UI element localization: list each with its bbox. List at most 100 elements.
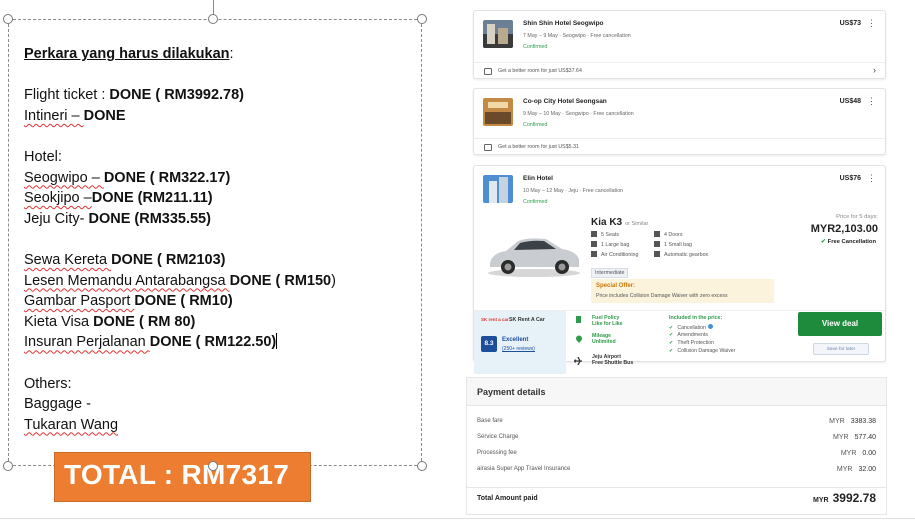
spec-small-bag: 1 Small bag xyxy=(654,241,692,248)
divider xyxy=(467,487,886,488)
included-item: ✔ Collision Damage Waiver xyxy=(669,348,736,354)
hotel-status: Confirmed xyxy=(523,122,548,128)
included-item: ✔ Cancellation xyxy=(669,324,713,331)
check-icon: ✔ xyxy=(669,332,674,338)
supplier-name: SK Rent A Car xyxy=(509,317,545,323)
rating-badge: 8.3 xyxy=(481,336,497,352)
special-offer-box: Special Offer: Price includes Collision … xyxy=(591,279,774,303)
payment-details-panel: Payment details Base fare MYR 3383.38 Ser… xyxy=(466,377,887,515)
divider xyxy=(0,518,915,519)
spec-ac: Air Conditioning xyxy=(591,251,638,258)
line-insurance: Insuran Perjalanan DONE ( RM122.50) xyxy=(24,333,278,351)
info-icon xyxy=(707,324,713,329)
resize-handle-bottom-left[interactable] xyxy=(3,461,13,471)
resize-handle-top[interactable] xyxy=(208,14,218,24)
hotel-thumbnail xyxy=(483,98,513,126)
upsell-text: Get a better room for just US$5.31 xyxy=(498,144,579,150)
line-currency-exchange: Tukaran Wang xyxy=(24,416,119,433)
fuel-policy: Fuel Policy Like for Like xyxy=(592,315,623,327)
chevron-right-icon[interactable]: › xyxy=(873,65,876,75)
heading: Perkara yang harus dilakukan xyxy=(24,46,230,62)
spec-large-bag: 1 Large bag xyxy=(591,241,629,248)
spec-gearbox: Automatic gearbox xyxy=(654,251,708,258)
line-seokjipo: Seokjipo –DONE (RM211.11) xyxy=(24,190,213,207)
fuel-icon xyxy=(576,316,581,323)
mileage: Mileage Unlimited xyxy=(592,333,616,345)
hotel-price: US$73 xyxy=(839,20,861,27)
total-text: TOTAL : RM7317 xyxy=(64,459,290,490)
payment-title: Payment details xyxy=(477,387,546,397)
snowflake-icon xyxy=(591,251,597,257)
check-icon: ✔ xyxy=(820,239,826,245)
text-box[interactable]: Perkara yang harus dilakukan: Flight tic… xyxy=(8,19,422,466)
hotel-name[interactable]: Co-op City Hotel Seongsan xyxy=(523,98,607,105)
more-options-icon[interactable]: ⋮ xyxy=(867,18,876,29)
total-paid-label: Total Amount paid xyxy=(477,495,538,502)
resize-handle-top-left[interactable] xyxy=(3,14,13,24)
hotel-price: US$48 xyxy=(839,98,861,105)
line-jeju-city: Jeju City- DONE (RM335.55) xyxy=(24,210,211,227)
line-baggage: Baggage - xyxy=(24,396,91,413)
check-icon: ✔ xyxy=(669,325,674,331)
car-category-badge: Intermediate xyxy=(591,268,629,278)
check-icon: ✔ xyxy=(669,340,674,346)
bed-icon xyxy=(484,68,492,75)
car-image xyxy=(484,227,584,281)
airplane-icon xyxy=(574,357,582,365)
included-item: ✔ Theft Protection xyxy=(669,340,714,346)
price-period: Price for 5 days: xyxy=(836,214,878,220)
bed-icon xyxy=(484,144,492,151)
upsell-row[interactable]: Get a better room for just US$5.31 xyxy=(474,138,885,156)
line-others: Others: xyxy=(24,375,72,392)
payment-row-base-fare: Base fare MYR 3383.38 xyxy=(477,418,876,425)
upsell-row[interactable]: Get a better room for just US$37.64 › xyxy=(474,62,885,80)
hotel-price: US$76 xyxy=(839,175,861,182)
hotel-name[interactable]: Elin Hotel xyxy=(523,175,553,182)
hotel-dates: 9 May – 10 May · Seogwipo · Free cancell… xyxy=(523,111,634,117)
car-price: MYR2,103.00 xyxy=(810,223,878,235)
upsell-text: Get a better room for just US$37.64 xyxy=(498,68,582,74)
rating-label: Excellent xyxy=(502,337,529,343)
pickup-location: Jeju Airport Free Shuttle Bus xyxy=(592,354,634,366)
view-deal-button[interactable]: View deal xyxy=(798,312,882,336)
payment-header: Payment details xyxy=(467,378,886,406)
mileage-icon xyxy=(576,335,582,343)
free-cancellation: ✔ Free Cancellation xyxy=(820,239,876,245)
hotel-card-shin-shin[interactable]: Shin Shin Hotel Seogwipo 7 May – 9 May ·… xyxy=(473,10,886,79)
more-options-icon[interactable]: ⋮ xyxy=(867,173,876,184)
more-options-icon[interactable]: ⋮ xyxy=(867,96,876,107)
line-passport-photo: Gambar Pasport DONE ( RM10) xyxy=(24,293,233,310)
door-icon xyxy=(654,231,660,237)
line-seogwipo: Seogwipo – DONE ( RM322.17) xyxy=(24,169,231,186)
total-shape[interactable]: TOTAL : RM7317 xyxy=(54,452,311,502)
hotel-status: Confirmed xyxy=(523,44,548,50)
hotel-name[interactable]: Shin Shin Hotel Seogwipo xyxy=(523,20,604,27)
total-paid-value: MYR 3992.78 xyxy=(813,491,876,505)
resize-handle-top-right[interactable] xyxy=(417,14,427,24)
payment-row-service-charge: Service Charge MYR 577.40 xyxy=(477,434,876,441)
payment-row-processing-fee: Processing fee MYR 0.00 xyxy=(477,450,876,457)
included-title: Included in the price: xyxy=(669,315,723,321)
included-item: ✔ Amendments xyxy=(669,332,708,338)
line-flight: Flight ticket : DONE ( RM3992.78) xyxy=(24,87,244,104)
hotel-card-co-op[interactable]: Co-op City Hotel Seongsan 9 May – 10 May… xyxy=(473,88,886,155)
check-icon: ✔ xyxy=(669,348,674,354)
car-details-row: SK rent a car SK Rent A Car 8.3 Excellen… xyxy=(474,310,885,374)
text-caret xyxy=(276,333,278,350)
line-car-rental: Sewa Kereta DONE ( RM2103) xyxy=(24,251,226,268)
hotel-thumbnail xyxy=(483,175,513,203)
car-name: Kia K3 or Similar xyxy=(591,217,649,228)
resize-handle-bottom[interactable] xyxy=(208,461,218,471)
hotel-dates: 7 May – 9 May · Seogwipo · Free cancella… xyxy=(523,33,631,39)
line-hotel: Hotel: xyxy=(24,148,62,165)
hotel-card-elin[interactable]: Elin Hotel 10 May – 12 May · Jeju · Free… xyxy=(473,165,886,374)
text-box-content[interactable]: Perkara yang harus dilakukan: Flight tic… xyxy=(24,44,336,435)
line-license: Lesen Memandu Antarabangsa DONE ( RM150) xyxy=(24,272,336,289)
resize-handle-bottom-right[interactable] xyxy=(417,461,427,471)
spec-doors: 4 Doors xyxy=(654,231,683,238)
reviews-link[interactable]: (250+ reviews) xyxy=(502,346,535,352)
bag-icon xyxy=(654,241,660,247)
gearbox-icon xyxy=(654,251,660,257)
line-itinerary: Intineri – DONE xyxy=(24,107,126,124)
save-for-later-button[interactable]: Save for later xyxy=(813,343,869,355)
